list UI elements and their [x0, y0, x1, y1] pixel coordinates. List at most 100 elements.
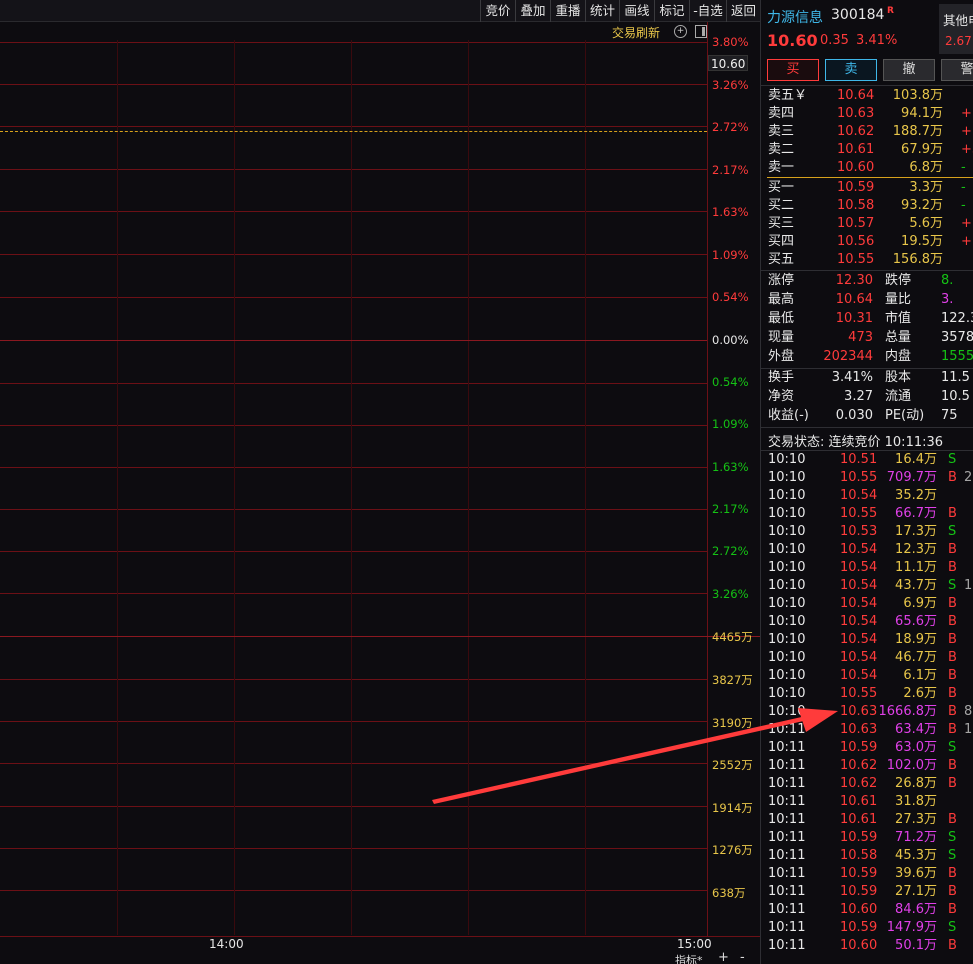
- replay-button[interactable]: 重播: [550, 0, 585, 22]
- other-tab-pct: 2.67: [945, 34, 972, 48]
- tick-time: 10:11: [768, 866, 806, 881]
- cancel-order-button[interactable]: 撤: [883, 59, 935, 81]
- grid-line: [0, 42, 707, 43]
- bid-row[interactable]: 买五 10.55 156.8万: [761, 251, 973, 269]
- refresh-icon[interactable]: +: [674, 25, 687, 38]
- other-tab[interactable]: 其他电 2.67: [939, 4, 973, 54]
- draw-line-button[interactable]: 画线: [619, 0, 654, 22]
- ask-row[interactable]: 卖一 10.60 6.8万 -: [761, 159, 973, 177]
- tick-row[interactable]: 10:11 10.59 147.9万 S: [761, 919, 973, 937]
- stat-value: 3.41%: [831, 370, 873, 385]
- stat-value: 202344: [823, 349, 873, 364]
- tick-time: 10:10: [768, 578, 806, 593]
- tick-row[interactable]: 10:11 10.58 45.3万 S: [761, 847, 973, 865]
- tick-row[interactable]: 10:10 10.54 46.7万 B: [761, 649, 973, 667]
- pct-label-up: 3.80%: [712, 35, 749, 49]
- tick-row[interactable]: 10:11 10.59 63.0万 S: [761, 739, 973, 757]
- tick-time: 10:10: [768, 650, 806, 665]
- tick-volume: 84.6万: [895, 902, 937, 917]
- order-level-label: 卖五￥: [768, 88, 808, 103]
- volume-label: 1914万: [712, 801, 753, 815]
- tick-row[interactable]: 10:10 10.53 17.3万 S: [761, 523, 973, 541]
- zoom-out-button[interactable]: -: [740, 950, 745, 964]
- tick-row[interactable]: 10:10 10.54 11.1万 B: [761, 559, 973, 577]
- tick-row[interactable]: 10:10 10.54 12.3万 B: [761, 541, 973, 559]
- remove-watchlist-button[interactable]: -自选: [689, 0, 726, 22]
- indicator-tab[interactable]: 指标*: [675, 952, 703, 964]
- tick-direction: B: [948, 704, 957, 719]
- stat-label: 市值: [885, 311, 912, 326]
- trade-refresh-label[interactable]: 交易刷新: [612, 24, 660, 41]
- tick-row[interactable]: 10:11 10.60 84.6万 B: [761, 901, 973, 919]
- tick-volume: 12.3万: [895, 542, 937, 557]
- price-alert-button[interactable]: 警: [941, 59, 973, 81]
- tick-row[interactable]: 10:10 10.54 65.6万 B: [761, 613, 973, 631]
- order-level-label: 卖一: [768, 160, 795, 175]
- ask-row[interactable]: 卖五￥ 10.64 103.8万: [761, 87, 973, 105]
- tick-price: 10.63: [840, 704, 878, 719]
- tick-row[interactable]: 10:10 10.54 35.2万: [761, 487, 973, 505]
- call-auction-button[interactable]: 竞价: [480, 0, 515, 22]
- tick-row[interactable]: 10:11 10.62 102.0万 B: [761, 757, 973, 775]
- tick-row[interactable]: 10:10 10.54 6.9万 B: [761, 595, 973, 613]
- other-tab-label: 其他电: [943, 13, 973, 28]
- ask-row[interactable]: 卖三 10.62 188.7万 +: [761, 123, 973, 141]
- tick-row[interactable]: 10:11 10.59 71.2万 S: [761, 829, 973, 847]
- tick-row[interactable]: 10:11 10.61 31.8万: [761, 793, 973, 811]
- bid-row[interactable]: 买一 10.59 3.3万 -: [761, 179, 973, 197]
- tick-direction: S: [948, 830, 957, 845]
- stock-name[interactable]: 力源信息: [767, 7, 823, 27]
- bid-row[interactable]: 买三 10.57 5.6万 +: [761, 215, 973, 233]
- bid-row[interactable]: 买二 10.58 93.2万 -: [761, 197, 973, 215]
- back-button[interactable]: 返回: [726, 0, 760, 22]
- stat-row: 涨停 12.30 跌停 8.: [761, 271, 973, 290]
- tick-time: 10:10: [768, 488, 806, 503]
- tick-direction: S: [948, 452, 957, 467]
- statistics-button[interactable]: 统计: [585, 0, 619, 22]
- grid-line-vertical: [585, 40, 586, 935]
- tick-price: 10.60: [840, 938, 878, 953]
- tick-row[interactable]: 10:10 10.63 1666.8万 B 8: [761, 703, 973, 721]
- tick-price: 10.54: [840, 668, 878, 683]
- tick-row[interactable]: 10:11 10.59 39.6万 B: [761, 865, 973, 883]
- ask-row[interactable]: 卖四 10.63 94.1万 +: [761, 105, 973, 123]
- tick-volume: 17.3万: [895, 524, 937, 539]
- order-volume: 3.3万: [909, 180, 943, 195]
- tick-row[interactable]: 10:10 10.55 66.7万 B: [761, 505, 973, 523]
- order-volume: 188.7万: [892, 124, 943, 139]
- zoom-in-button[interactable]: +: [718, 950, 729, 964]
- tick-price: 10.59: [840, 866, 878, 881]
- order-price: 10.64: [837, 88, 875, 103]
- order-volume: 156.8万: [892, 252, 943, 267]
- order-change: +: [961, 216, 972, 231]
- bid-row[interactable]: 买四 10.56 19.5万 +: [761, 233, 973, 251]
- tick-row[interactable]: 10:11 10.62 26.8万 B: [761, 775, 973, 793]
- tick-row[interactable]: 10:10 10.54 18.9万 B: [761, 631, 973, 649]
- sell-button[interactable]: 卖: [825, 59, 877, 81]
- tick-direction: B: [948, 470, 957, 485]
- order-price: 10.55: [837, 252, 875, 267]
- grid-line-vertical: [117, 40, 118, 935]
- bid-ask-divider: [767, 177, 973, 178]
- tick-row[interactable]: 10:10 10.55 709.7万 B 2: [761, 469, 973, 487]
- tick-row[interactable]: 10:10 10.54 43.7万 S 1: [761, 577, 973, 595]
- tick-row[interactable]: 10:11 10.60 50.1万 B: [761, 937, 973, 955]
- tick-row[interactable]: 10:11 10.61 27.3万 B: [761, 811, 973, 829]
- tick-row[interactable]: 10:10 10.51 16.4万 S: [761, 451, 973, 469]
- order-volume: 6.8万: [909, 160, 943, 175]
- mark-button[interactable]: 标记: [654, 0, 689, 22]
- panel-layout-icon[interactable]: [695, 25, 707, 38]
- ask-row[interactable]: 卖二 10.61 67.9万 +3: [761, 141, 973, 159]
- tick-row[interactable]: 10:10 10.55 2.6万 B: [761, 685, 973, 703]
- tick-row[interactable]: 10:10 10.54 6.1万 B: [761, 667, 973, 685]
- tick-time: 10:11: [768, 938, 806, 953]
- divider: [761, 427, 973, 428]
- overlay-button[interactable]: 叠加: [515, 0, 550, 22]
- order-price: 10.63: [837, 106, 875, 121]
- tick-row[interactable]: 10:11 10.59 27.1万 B: [761, 883, 973, 901]
- order-level-label: 买二: [768, 198, 795, 213]
- intraday-chart[interactable]: 竞价 叠加 重播 统计 画线 标记 -自选 返回 交易刷新 + 10.60 3.80% 3.26…: [0, 0, 760, 964]
- buy-button[interactable]: 买: [767, 59, 819, 81]
- tick-row[interactable]: 10:11 10.63 63.4万 B 1: [761, 721, 973, 739]
- tick-price: 10.54: [840, 578, 878, 593]
